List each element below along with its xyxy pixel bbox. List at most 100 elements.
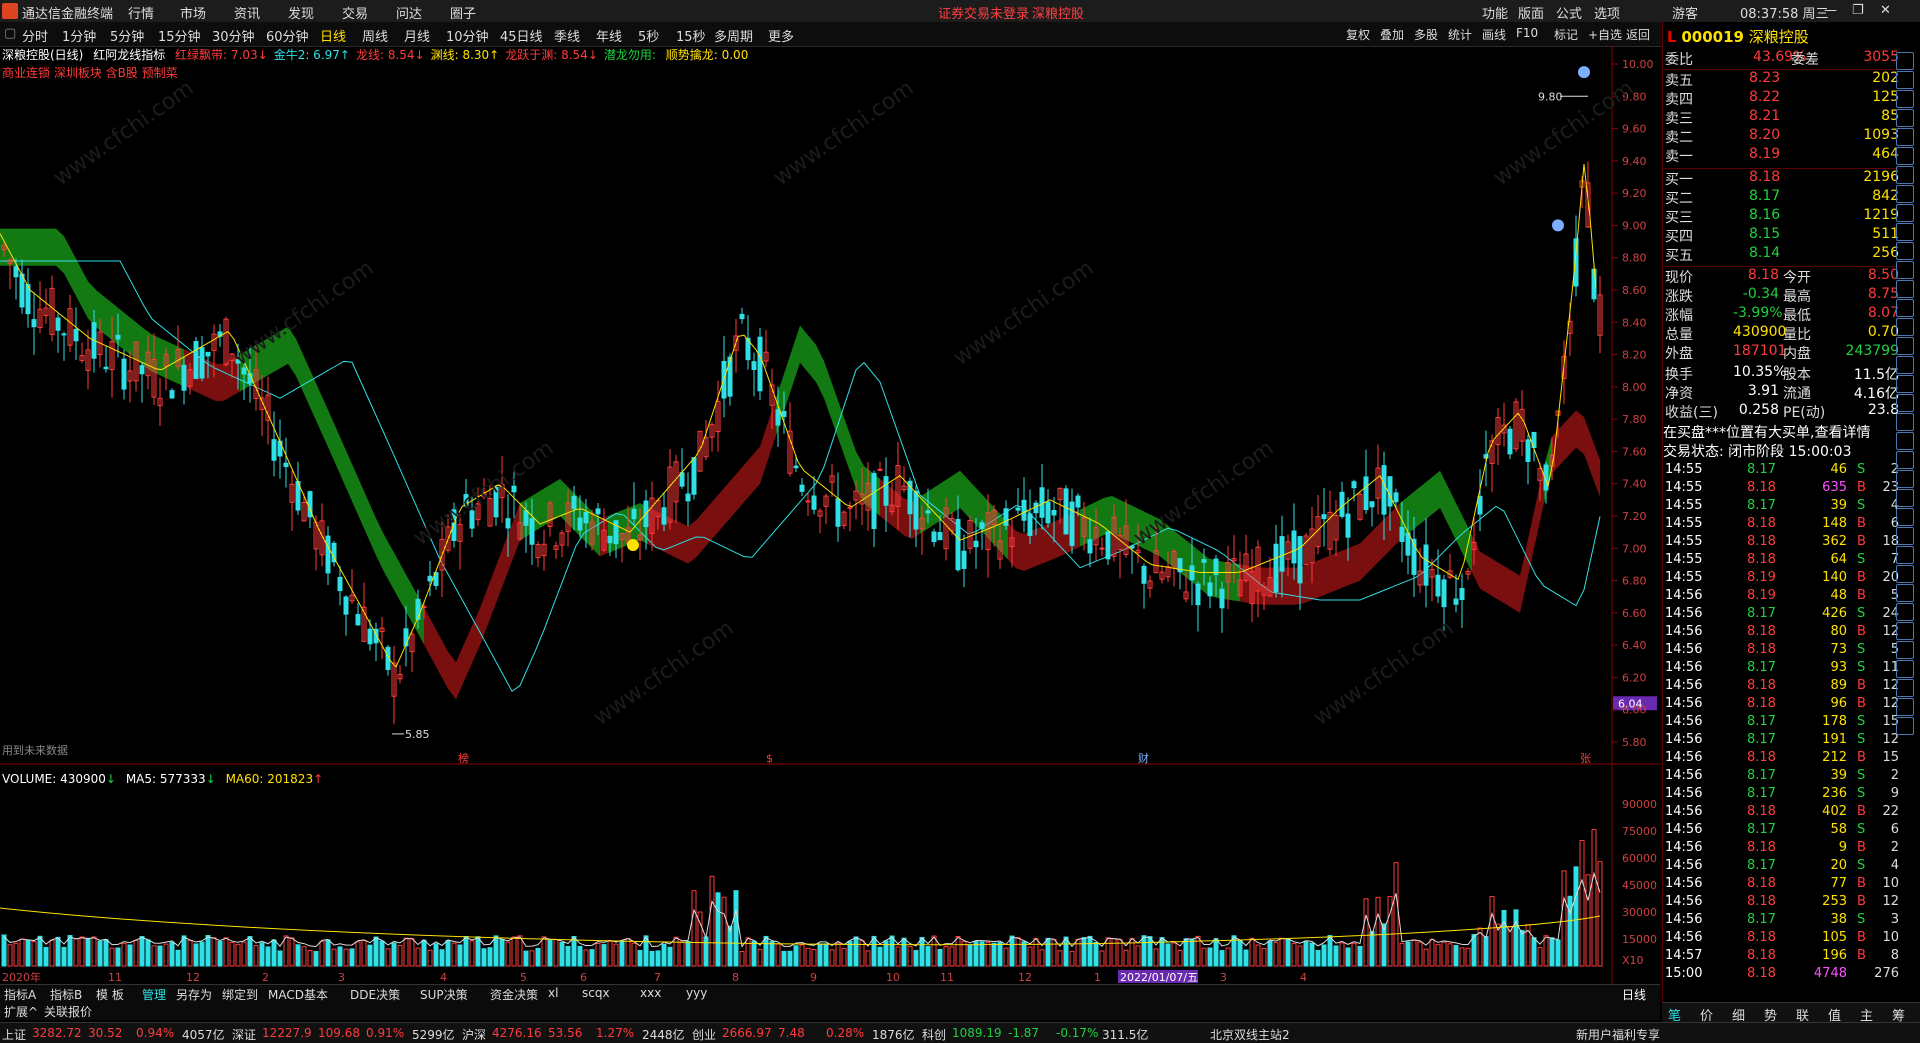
indicator-tab-8[interactable]: SUP决策	[420, 986, 468, 1003]
expand-button[interactable]: 扩展^	[4, 1003, 38, 1020]
index-label[interactable]: 深证	[232, 1026, 256, 1043]
menu-item-layout[interactable]: 版面	[1518, 3, 1544, 22]
indicator-name[interactable]: 红阿龙线指标	[93, 48, 165, 62]
chart-tool-0[interactable]: 复权	[1346, 26, 1370, 43]
side-tool-icon[interactable]	[1896, 660, 1914, 678]
period-tab-12[interactable]: 年线	[596, 26, 622, 45]
chart-tool-4[interactable]: 画线	[1482, 26, 1506, 43]
side-tool-icon[interactable]	[1896, 622, 1914, 640]
related-quotes-tab[interactable]: 关联报价	[44, 1003, 92, 1020]
indicator-tab-3[interactable]: 管理	[142, 986, 166, 1003]
indicator-tab-4[interactable]: 另存为	[176, 986, 212, 1003]
indicator-tab-1[interactable]: 指标B	[50, 986, 82, 1003]
indicator-tab-6[interactable]: MACD基本	[268, 986, 328, 1003]
indicator-tab-10[interactable]: xl	[548, 986, 558, 1000]
side-tool-icon[interactable]	[1896, 679, 1914, 697]
side-tool-icon[interactable]	[1896, 603, 1914, 621]
side-tool-icon[interactable]	[1896, 546, 1914, 564]
server-name[interactable]: 北京双线主站2	[1210, 1026, 1290, 1043]
chart-tool-6[interactable]: 标记	[1554, 26, 1578, 43]
guest-label[interactable]: 游客	[1672, 3, 1698, 22]
menu-item-formula[interactable]: 公式	[1556, 3, 1582, 22]
period-indicator[interactable]: 日线	[1622, 986, 1646, 1003]
side-tool-icon[interactable]	[1896, 698, 1914, 716]
menu-item-options[interactable]: 选项	[1594, 3, 1620, 22]
period-tab-14[interactable]: 15秒	[676, 26, 706, 45]
period-tab-0[interactable]: 分时	[22, 26, 48, 45]
side-tool-icon[interactable]	[1896, 204, 1914, 222]
period-tab-11[interactable]: 季线	[554, 26, 580, 45]
kline-chart[interactable]: 10.00 9.80 9.60 9.40 9.20 9.00 8.80 8.60 8.40 8.2…	[0, 46, 1660, 984]
indicator-tab-13[interactable]: yyy	[686, 986, 707, 1000]
side-tool-icon[interactable]	[1896, 641, 1914, 659]
sector-tags[interactable]: 商业连锁 深圳板块 含B股 预制菜	[2, 64, 178, 81]
indicator-tab-12[interactable]: xxx	[640, 986, 661, 1000]
index-label[interactable]: 沪深	[462, 1026, 486, 1043]
toolbar-menu-icon[interactable]: ▢	[4, 26, 16, 41]
side-tool-icon[interactable]	[1896, 261, 1914, 279]
period-tab-13[interactable]: 5秒	[638, 26, 659, 45]
period-tab-4[interactable]: 30分钟	[212, 26, 255, 45]
side-tool-icon[interactable]	[1896, 185, 1914, 203]
side-tool-icon[interactable]	[1896, 413, 1914, 431]
login-notice[interactable]: 证券交易未登录	[938, 3, 1029, 22]
close-icon[interactable]: ✕	[1880, 3, 1891, 18]
period-tab-5[interactable]: 60分钟	[266, 26, 309, 45]
side-tool-icon[interactable]	[1896, 508, 1914, 526]
side-tool-icon[interactable]	[1896, 432, 1914, 450]
period-tab-8[interactable]: 月线	[404, 26, 430, 45]
indicator-tab-0[interactable]: 指标A	[4, 986, 36, 1003]
side-tool-icon[interactable]	[1896, 242, 1914, 260]
side-tool-icon[interactable]	[1896, 280, 1914, 298]
period-tab-2[interactable]: 5分钟	[110, 26, 144, 45]
chart-tool-3[interactable]: 统计	[1448, 26, 1472, 43]
side-tool-icon[interactable]	[1896, 565, 1914, 583]
side-tool-icon[interactable]	[1896, 489, 1914, 507]
menu-item-quotes[interactable]: 行情	[128, 3, 154, 22]
period-tab-1[interactable]: 1分钟	[62, 26, 96, 45]
side-tool-icon[interactable]	[1896, 90, 1914, 108]
indicator-tab-2[interactable]: 模 板	[96, 986, 124, 1003]
indicator-tab-7[interactable]: DDE决策	[350, 986, 400, 1003]
period-tab-16[interactable]: 更多	[768, 26, 794, 45]
menu-item-market[interactable]: 市场	[180, 3, 206, 22]
side-tool-icon[interactable]	[1896, 470, 1914, 488]
period-tab-15[interactable]: 多周期	[714, 26, 753, 45]
menu-item-news[interactable]: 资讯	[234, 3, 260, 22]
index-label[interactable]: 创业	[692, 1026, 716, 1043]
side-tool-icon[interactable]	[1896, 584, 1914, 602]
side-tool-icon[interactable]	[1896, 52, 1914, 70]
side-tool-icon[interactable]	[1896, 147, 1914, 165]
menu-item-trade[interactable]: 交易	[342, 3, 368, 22]
period-tab-6[interactable]: 日线	[320, 26, 346, 45]
side-tool-icon[interactable]	[1896, 356, 1914, 374]
big-order-notice[interactable]: 在买盘***位置有大买单,查看详情	[1663, 422, 1899, 441]
side-tool-icon[interactable]	[1896, 318, 1914, 336]
side-tool-icon[interactable]	[1896, 71, 1914, 89]
menu-item-ask[interactable]: 问达	[396, 3, 422, 22]
side-tool-icon[interactable]	[1896, 394, 1914, 412]
menu-item-circle[interactable]: 圈子	[450, 3, 476, 22]
menu-item-discover[interactable]: 发现	[288, 3, 314, 22]
side-tool-icon[interactable]	[1896, 451, 1914, 469]
menu-item-function[interactable]: 功能	[1482, 3, 1508, 22]
side-tool-icon[interactable]	[1896, 375, 1914, 393]
side-tool-icon[interactable]	[1896, 717, 1914, 735]
index-label[interactable]: 上证	[2, 1026, 26, 1043]
side-tool-icon[interactable]	[1896, 527, 1914, 545]
chart-tool-1[interactable]: 叠加	[1380, 26, 1404, 43]
indicator-tab-11[interactable]: scqx	[582, 986, 610, 1000]
promo-link[interactable]: 新用户福利专享	[1576, 1026, 1660, 1043]
chart-tool-5[interactable]: F10	[1516, 26, 1538, 40]
side-tool-icon[interactable]	[1896, 299, 1914, 317]
restore-icon[interactable]: ❐	[1852, 3, 1864, 18]
side-tool-icon[interactable]	[1896, 128, 1914, 146]
period-tab-10[interactable]: 45日线	[500, 26, 543, 45]
period-tab-7[interactable]: 周线	[362, 26, 388, 45]
minimize-icon[interactable]: —	[1824, 3, 1837, 18]
side-tool-icon[interactable]	[1896, 166, 1914, 184]
chart-tool-7[interactable]: +自选	[1588, 26, 1622, 43]
period-tab-3[interactable]: 15分钟	[158, 26, 201, 45]
chart-tool-8[interactable]: 返回	[1626, 26, 1650, 43]
side-tool-icon[interactable]	[1896, 109, 1914, 127]
